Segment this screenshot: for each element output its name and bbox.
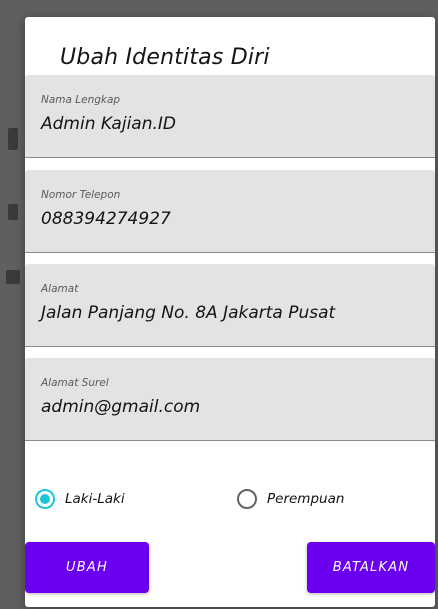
radio-male[interactable]: Laki-Laki xyxy=(35,485,125,513)
email-label: Alamat Surel xyxy=(41,377,109,389)
edit-profile-dialog: Ubah Identitas Diri Nama Lengkap Admin K… xyxy=(25,17,435,607)
radio-female-label: Perempuan xyxy=(267,491,345,507)
full-name-label: Nama Lengkap xyxy=(41,94,121,106)
gender-radio-group: Laki-Laki Perempuan xyxy=(25,479,435,519)
address-value: Jalan Panjang No. 8A Jakarta Pusat xyxy=(41,303,336,323)
radio-unchecked-icon xyxy=(237,489,257,509)
email-field[interactable]: Alamat Surel admin@gmail.com xyxy=(25,358,435,441)
phone-number-label: Nomor Telepon xyxy=(41,189,121,201)
background-person-icon xyxy=(8,128,18,150)
phone-number-value: 088394274927 xyxy=(41,209,171,229)
background-map-icon xyxy=(6,270,20,284)
radio-checked-icon xyxy=(35,489,55,509)
email-value: admin@gmail.com xyxy=(41,397,201,417)
submit-button[interactable]: UBAH xyxy=(25,542,149,593)
radio-male-label: Laki-Laki xyxy=(65,491,125,507)
address-field[interactable]: Alamat Jalan Panjang No. 8A Jakarta Pusa… xyxy=(25,264,435,347)
phone-number-field[interactable]: Nomor Telepon 088394274927 xyxy=(25,170,435,253)
dialog-title: Ubah Identitas Diri xyxy=(60,45,270,70)
address-label: Alamat xyxy=(41,283,79,295)
full-name-field[interactable]: Nama Lengkap Admin Kajian.ID xyxy=(25,75,435,158)
full-name-value: Admin Kajian.ID xyxy=(41,114,176,134)
cancel-button[interactable]: BATALKAN xyxy=(307,542,435,593)
radio-female[interactable]: Perempuan xyxy=(237,485,344,513)
background-phone-icon xyxy=(8,204,18,220)
